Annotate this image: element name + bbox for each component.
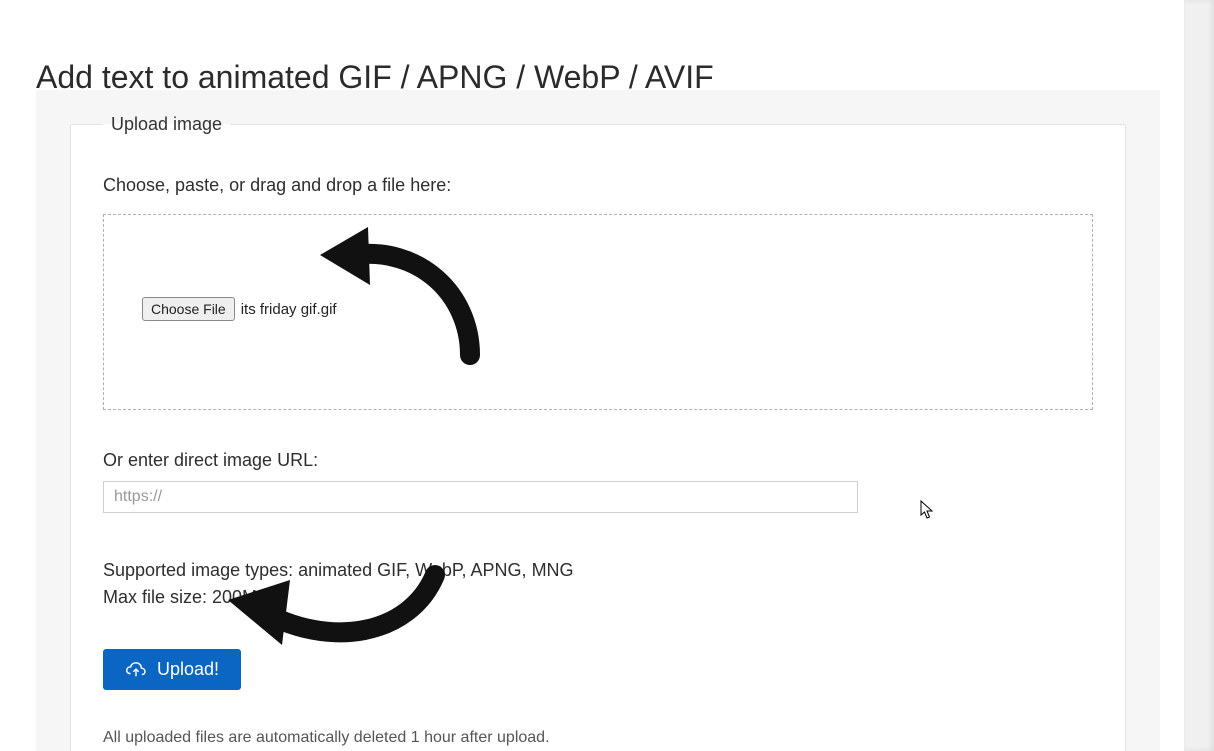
choose-file-button[interactable]: Choose File [142, 297, 235, 321]
file-dropzone[interactable]: Choose File its friday gif.gif [103, 214, 1093, 410]
upload-image-fieldset: Upload image Choose, paste, or drag and … [70, 114, 1126, 751]
image-url-input[interactable] [103, 481, 858, 513]
right-edge-shadow [1184, 0, 1214, 751]
file-input-row: Choose File its friday gif.gif [142, 297, 337, 321]
supported-info: Supported image types: animated GIF, Web… [103, 557, 1093, 611]
upload-button[interactable]: Upload! [103, 649, 241, 690]
content-panel: Upload image Choose, paste, or drag and … [36, 90, 1160, 751]
selected-file-name: its friday gif.gif [241, 301, 337, 318]
upload-notes: All uploaded files are automatically del… [103, 726, 1093, 751]
upload-button-label: Upload! [157, 659, 219, 680]
max-file-size-text: Max file size: 200MB [103, 584, 1093, 611]
url-input-label: Or enter direct image URL: [103, 450, 1093, 471]
auto-delete-note: All uploaded files are automatically del… [103, 726, 1093, 749]
supported-types-text: Supported image types: animated GIF, Web… [103, 557, 1093, 584]
cloud-upload-icon [125, 661, 147, 679]
page-root: Add text to animated GIF / APNG / WebP /… [0, 0, 1214, 751]
choose-file-label: Choose, paste, or drag and drop a file h… [103, 175, 1093, 196]
mouse-cursor-icon [920, 500, 934, 520]
upload-image-legend: Upload image [103, 114, 230, 135]
